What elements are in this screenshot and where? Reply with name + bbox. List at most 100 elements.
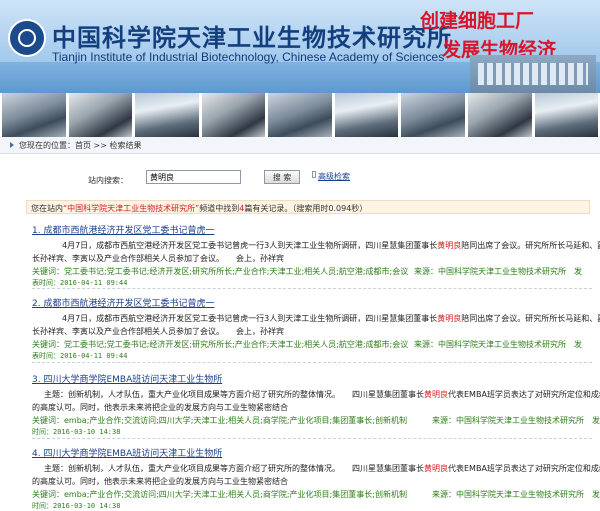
keywords-value: 党工委书记;党工委书记;经济开发区;研究所所长;产业合作;天津工业;相关人员;航… [64,340,409,349]
building-windows [478,63,588,85]
keywords-value: emba;产业合作;交流访问;四川大学;天津工业;相关人员;商学院;产业化项目;… [64,490,407,499]
snippet-highlight: 黄明良 [437,241,462,250]
source-value: 中国科学院天津工业生物技术研究所 [456,490,584,499]
keywords: 关键词：党工委书记;党工委书记;经济开发区;研究所所长;产业合作;天津工业;相关… [32,266,408,277]
source-label: 来源： [414,340,438,349]
photo [401,93,465,137]
snippet-line: 的高度认可。同时，他表示未来将把企业的发展方向与工业生物紧密结合 [32,403,288,412]
result-item: 1. 成都市西航港经济开发区党工委书记曾虎一 4月7日，成都市西航空港经济开发区… [32,223,600,288]
publish-date: 表时间：2016-04-11 09:44 [32,352,128,360]
result-item: 4. 四川大学商学院EMBA班访问天津工业生物所 主题：创新机制，人才队伍，重大… [32,446,600,511]
snippet-text: 主题：创新机制，人才队伍，重大产业化项目成果等方面介绍了研究所的整体情况。 四川… [44,464,424,473]
snippet-line: 长孙祥宾、李寅以及产业合作部相关人员参加了会议。 会上，孙祥宾 [32,327,284,336]
arrow-right-icon [10,142,14,148]
snippet-text: 代表EMBA班学员表达了对研究所定位和成绩 [448,390,600,399]
photo [2,93,66,137]
keywords: 关键词：emba;产业合作;交流访问;四川大学;天津工业;相关人员;商学院;产业… [32,489,407,500]
photo [201,93,266,137]
search-bar: 站内搜索： 搜 索 高级检索 [0,163,600,191]
snippet-line: 长孙祥宾、李寅以及产业合作部相关人员参加了会议。 会上，孙祥宾 [32,254,284,263]
cas-logo-icon[interactable] [8,19,46,57]
keywords-label: 关键词： [32,340,64,349]
snippet-highlight: 黄明良 [424,390,448,399]
summary-prefix: 您在站内 [31,204,63,213]
result-title-link[interactable]: 3. 四川大学商学院EMBA班访问天津工业生物所 [32,372,592,385]
publish-label: 发表 [592,416,600,425]
result-snippet: 4月7日，成都市西航空港经济开发区党工委书记曾虎一行3人到天津工业生物所调研，四… [32,312,600,338]
source-value: 中国科学院天津工业生物技术研究所 [438,267,566,276]
photo [467,93,532,137]
site-title-cn: 中国科学院天津工业生物技术研究所 [52,23,452,52]
source-label: 来源： [432,416,456,425]
photo [135,93,199,137]
divider [32,362,592,363]
keywords-value: 党工委书记;党工委书记;经济开发区;研究所所长;产业合作;天津工业;相关人员;航… [64,267,409,276]
snippet-text: 代表EMBA班学员表达了对研究所定位和成绩 [448,464,600,473]
summary-middle: 频道中找到 [199,204,240,213]
result-item: 2. 成都市西航港经济开发区党工委书记曾虎一 4月7日，成都市西航空港经济开发区… [32,296,600,361]
snippet-highlight: 黄明良 [424,464,448,473]
result-meta: 关键词：党工委书记;党工委书记;经济开发区;研究所所长;产业合作;天津工业;相关… [32,339,592,351]
keywords: 关键词：emba;产业合作;交流访问;四川大学;天津工业;相关人员;商学院;产业… [32,415,407,426]
result-snippet: 主题：创新机制，人才队伍，重大产业化项目成果等方面介绍了研究所的整体情况。 四川… [32,462,600,488]
breadcrumb: 您现在的位置：首页 >> 检索结果 [0,137,600,154]
building-image [470,55,596,93]
source-value: 中国科学院天津工业生物技术研究所 [456,416,584,425]
publish-label: 发 [574,340,582,349]
result-item: 3. 四川大学商学院EMBA班访问天津工业生物所 主题：创新机制，人才队伍，重大… [32,372,600,437]
summary-suffix: 篇有关记录。（搜索用时0.094秒） [244,204,368,213]
source: 来源：中国科学院天津工业生物技术研究所 发表 [432,415,600,426]
advanced-search-link[interactable]: 高级检索 [318,171,350,182]
search-button[interactable]: 搜 索 [264,170,300,184]
photo [534,93,599,137]
photo [268,93,332,137]
result-snippet: 主题：创新机制，人才队伍，重大产业化项目成果等方面介绍了研究所的整体情况。 四川… [32,388,600,414]
snippet-line: 4月7日，成都市西航空港经济开发区党工委书记曾虎一行3人到天津工业生物所调研，四… [32,312,600,325]
publish-date: 表时间：2016-04-11 09:44 [32,279,128,287]
advanced-search-icon [312,171,316,178]
result-title-link[interactable]: 4. 四川大学商学院EMBA班访问天津工业生物所 [32,446,592,459]
site-title-en: Tianjin Institute of Industrial Biotechn… [52,50,445,64]
source-label: 来源： [414,267,438,276]
publish-date: 时间：2016-03-10 14:38 [32,428,121,436]
summary-text: 您在站内“中国科学院天津工业生物技术研究所”频道中找到4篇有关记录。（搜索用时0… [31,203,367,214]
publish-date: 时间：2016-03-10 14:38 [32,502,121,510]
search-label: 站内搜索： [88,176,128,185]
snippet-text: 陪同出席了会议。研究所所长马延和、副所 [461,241,600,250]
result-snippet: 4月7日，成都市西航空港经济开发区党工委书记曾虎一行3人到天津工业生物所调研，四… [32,239,600,265]
publish-label: 发表 [592,490,600,499]
keywords-label: 关键词： [32,490,64,499]
result-title-link[interactable]: 1. 成都市西航港经济开发区党工委书记曾虎一 [32,223,592,236]
breadcrumb-text[interactable]: 您现在的位置：首页 >> 检索结果 [19,140,142,151]
result-title-link[interactable]: 2. 成都市西航港经济开发区党工委书记曾虎一 [32,296,592,309]
search-input[interactable] [146,170,241,184]
divider [32,438,592,439]
keywords-label: 关键词： [32,416,64,425]
snippet-line: 主题：创新机制，人才队伍，重大产业化项目成果等方面介绍了研究所的整体情况。 四川… [32,462,600,475]
keywords-value: emba;产业合作;交流访问;四川大学;天津工业;相关人员;商学院;产业化项目;… [64,416,407,425]
slogan-line1: 创建细胞工厂 [420,10,535,32]
snippet-text: 陪同出席了会议。研究所所长马延和、副所 [461,314,600,323]
snippet-line: 主题：创新机制，人才队伍，重大产业化项目成果等方面介绍了研究所的整体情况。 四川… [32,388,600,401]
photo-strip [0,93,600,137]
snippet-text: 主题：创新机制，人才队伍，重大产业化项目成果等方面介绍了研究所的整体情况。 四川… [44,390,424,399]
publish-label: 发 [574,267,582,276]
slogan: 创建细胞工厂 发展生物经济 [420,6,596,61]
snippet-line: 的高度认可。同时，他表示未来将把企业的发展方向与工业生物紧密结合 [32,477,288,486]
snippet-highlight: 黄明良 [437,314,462,323]
divider [32,288,592,289]
keywords-label: 关键词： [32,267,64,276]
snippet-text: 4月7日，成都市西航空港经济开发区党工委书记曾虎一行3人到天津工业生物所调研，四… [62,241,438,250]
photo [334,93,399,137]
source: 来源：中国科学院天津工业生物技术研究所 发表 [432,489,600,500]
source-label: 来源： [432,490,456,499]
snippet-line: 4月7日，成都市西航空港经济开发区党工委书记曾虎一行3人到天津工业生物所调研，四… [32,239,600,252]
photo [68,93,133,137]
header-banner: 中国科学院天津工业生物技术研究所 Tianjin Institute of In… [0,0,600,93]
source: 来源：中国科学院天津工业生物技术研究所 发 [414,266,582,277]
result-meta: 关键词：emba;产业合作;交流访问;四川大学;天津工业;相关人员;商学院;产业… [32,415,600,427]
summary-site: “中国科学院天津工业生物技术研究所” [63,204,200,213]
source: 来源：中国科学院天津工业生物技术研究所 发 [414,339,582,350]
result-meta: 关键词：emba;产业合作;交流访问;四川大学;天津工业;相关人员;商学院;产业… [32,489,600,501]
keywords: 关键词：党工委书记;党工委书记;经济开发区;研究所所长;产业合作;天津工业;相关… [32,339,408,350]
